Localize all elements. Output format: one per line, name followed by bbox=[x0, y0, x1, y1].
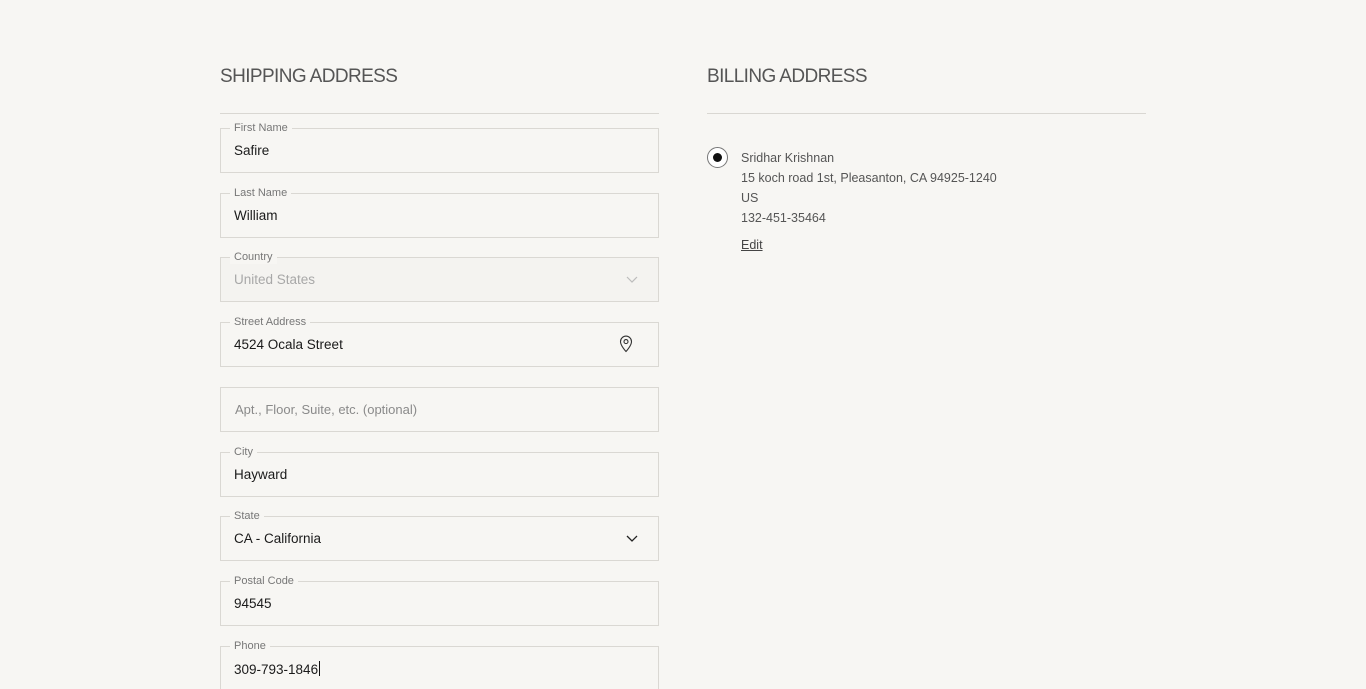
city-field[interactable]: City Hayward bbox=[220, 446, 659, 497]
shipping-divider bbox=[220, 113, 659, 114]
first-name-label: First Name bbox=[230, 122, 292, 135]
first-name-field[interactable]: First Name Safire bbox=[220, 122, 659, 173]
phone-value-wrap: 309-793-1846 bbox=[234, 661, 321, 678]
radio-selected-dot bbox=[713, 153, 722, 162]
checkout-address-page: SHIPPING ADDRESS First Name Safire Last … bbox=[0, 0, 1366, 689]
city-label: City bbox=[230, 446, 257, 459]
city-value: Hayward bbox=[234, 467, 288, 482]
street-address-value: 4524 Ocala Street bbox=[234, 337, 343, 352]
map-pin-icon[interactable] bbox=[618, 335, 634, 353]
last-name-field[interactable]: Last Name William bbox=[220, 187, 659, 238]
first-name-value: Safire bbox=[234, 143, 270, 158]
country-label: Country bbox=[230, 251, 277, 264]
billing-divider bbox=[707, 113, 1146, 114]
billing-address-radio[interactable] bbox=[707, 147, 728, 168]
postal-code-label: Postal Code bbox=[230, 575, 298, 588]
last-name-value: William bbox=[234, 208, 278, 223]
apartment-placeholder: Apt., Floor, Suite, etc. (optional) bbox=[235, 402, 418, 417]
billing-country: US bbox=[741, 191, 759, 205]
phone-label: Phone bbox=[230, 640, 270, 653]
billing-address-title: BILLING ADDRESS bbox=[707, 66, 868, 87]
chevron-down-icon bbox=[624, 271, 640, 287]
state-label: State bbox=[230, 510, 264, 523]
apartment-field[interactable]: Apt., Floor, Suite, etc. (optional) bbox=[220, 387, 659, 432]
country-value: United States bbox=[234, 272, 316, 287]
shipping-address-title: SHIPPING ADDRESS bbox=[220, 66, 398, 87]
billing-name: Sridhar Krishnan bbox=[741, 151, 835, 165]
text-cursor bbox=[319, 661, 321, 676]
state-select[interactable]: State CA - California bbox=[220, 510, 659, 561]
phone-value: 309-793-1846 bbox=[234, 662, 319, 677]
edit-billing-link[interactable]: Edit bbox=[741, 237, 763, 253]
last-name-label: Last Name bbox=[230, 187, 292, 200]
street-address-label: Street Address bbox=[230, 316, 311, 329]
billing-address-details: Sridhar Krishnan 15 koch road 1st, Pleas… bbox=[741, 148, 997, 228]
country-select[interactable]: Country United States bbox=[220, 251, 659, 302]
postal-code-field[interactable]: Postal Code 94545 bbox=[220, 575, 659, 626]
street-address-field[interactable]: Street Address 4524 Ocala Street bbox=[220, 316, 659, 367]
state-value: CA - California bbox=[234, 531, 322, 546]
chevron-down-icon bbox=[624, 530, 640, 546]
phone-field[interactable]: Phone 309-793-1846 bbox=[220, 640, 659, 689]
billing-street: 15 koch road 1st, Pleasanton, CA 94925-1… bbox=[741, 171, 997, 185]
postal-code-value: 94545 bbox=[234, 596, 272, 611]
billing-phone: 132-451-35464 bbox=[741, 211, 826, 225]
